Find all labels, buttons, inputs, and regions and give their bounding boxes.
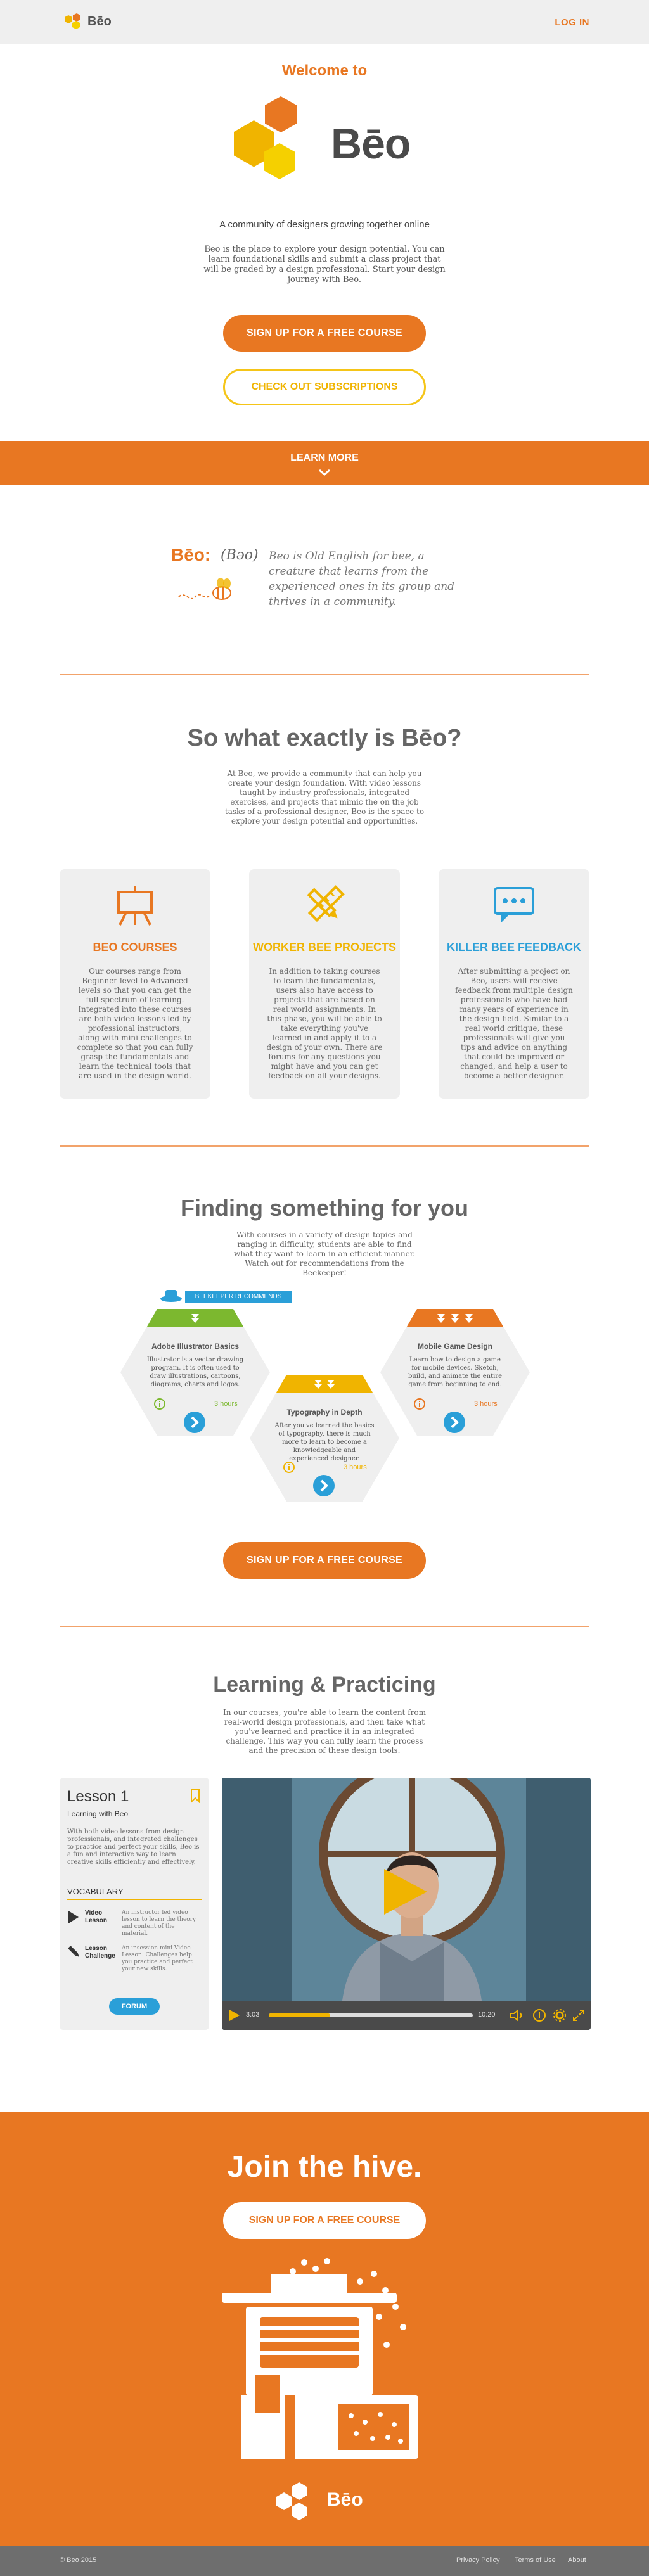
copyright: © Beo 2015 <box>60 2556 97 2564</box>
next-arrow-icon[interactable] <box>312 1474 336 1498</box>
learn-more-bar[interactable]: LEARN MORE <box>0 441 649 485</box>
card-title: KILLER BEE FEEDBACK <box>446 941 581 953</box>
chat-bubble-icon <box>494 887 534 922</box>
section-divider <box>60 1626 589 1627</box>
course-duration: 3 hours <box>474 1400 498 1408</box>
card-title: BEO COURSES <box>93 941 177 953</box>
what-heading: So what exactly is Bēo? <box>187 725 462 751</box>
lesson-desc: With both video lessons from design prof… <box>67 1828 200 1866</box>
definition-pronunciation: (Bəo) <box>221 547 259 563</box>
signup-free-course-button[interactable]: SIGN UP FOR A FREE COURSE <box>223 2202 426 2239</box>
fullscreen-icon[interactable] <box>572 2008 586 2022</box>
vocab-def: An instructor led video lesson to learn … <box>122 1910 196 1937</box>
learn-more-label[interactable]: LEARN MORE <box>0 452 649 464</box>
what-intro: At Beo, we provide a community that can … <box>224 769 425 826</box>
card-beo-courses: BEO COURSES Our courses range from Begin… <box>60 869 210 1099</box>
info-icon[interactable] <box>153 1398 166 1410</box>
video-player[interactable]: 3:03 10:20 <box>222 1778 591 2030</box>
vocab-term: Lesson Challenge <box>85 1945 115 1960</box>
login-link[interactable]: LOG IN <box>555 17 589 28</box>
play-icon <box>68 1911 79 1923</box>
beekeeper-hat-icon <box>160 1290 182 1302</box>
privacy-policy-link[interactable]: Privacy Policy <box>456 2556 499 2564</box>
learning-heading: Learning & Practicing <box>213 1673 436 1697</box>
course-title[interactable]: Adobe Illustrator Basics <box>119 1342 271 1351</box>
flying-bee-icon <box>178 578 231 600</box>
vocab-term: Video Lesson <box>85 1910 108 1924</box>
beekeeper-recommends-badge: BEEKEEPER RECOMMENDS <box>185 1291 292 1303</box>
card-body: After submitting a project on Beo, users… <box>455 967 573 1080</box>
footer: © Beo 2015 Privacy Policy Terms of Use A… <box>0 2546 649 2576</box>
beekeeper-illustration-icon <box>222 2258 418 2459</box>
progress-fill <box>269 2013 330 2017</box>
pencil-ruler-icon <box>307 885 345 922</box>
next-arrow-icon[interactable] <box>183 1410 207 1434</box>
card-body: Our courses range from Beginner level to… <box>77 967 193 1080</box>
beo-logo-text: Bēo <box>331 120 411 168</box>
progress-track[interactable] <box>269 2013 473 2017</box>
signup-free-course-button[interactable]: SIGN UP FOR A FREE COURSE <box>223 315 426 352</box>
top-nav-bar: Bēo LOG IN <box>0 0 649 44</box>
section-divider <box>60 674 589 675</box>
lesson-subtitle: Learning with Beo <box>67 1809 129 1818</box>
info-icon[interactable] <box>413 1398 426 1410</box>
vocab-divider <box>67 1899 202 1900</box>
about-link[interactable]: About <box>568 2556 586 2564</box>
welcome-heading: Welcome to <box>281 62 368 79</box>
beo-logo-white-icon <box>276 2482 307 2520</box>
bee-rank-icon <box>191 1314 199 1323</box>
signup-free-course-button[interactable]: SIGN UP FOR A FREE COURSE <box>223 1542 426 1579</box>
learning-intro: In our courses, you're able to learn the… <box>223 1708 426 1755</box>
play-icon[interactable] <box>228 2008 241 2022</box>
terms-of-use-link[interactable]: Terms of Use <box>515 2556 556 2564</box>
join-hive-section: Join the hive. SIGN UP FOR A FREE COURSE <box>0 2112 649 2546</box>
check-subscriptions-button[interactable]: CHECK OUT SUBSCRIPTIONS <box>223 369 426 405</box>
vocab-def: An insession mini Video Lesson. Challeng… <box>122 1945 193 1972</box>
hero-intro: Beo is the place to explore your design … <box>203 245 446 284</box>
volume-icon[interactable] <box>510 2008 525 2022</box>
info-icon[interactable] <box>283 1461 295 1474</box>
beo-logo-text: Bēo <box>327 2489 363 2510</box>
course-duration: 3 hours <box>344 1463 367 1471</box>
tagline: A community of designers growing togethe… <box>219 219 430 230</box>
brand-name[interactable]: Bēo <box>87 15 112 29</box>
card-title: WORKER BEE PROJECTS <box>252 941 397 953</box>
course-title[interactable]: Mobile Game Design <box>379 1342 531 1351</box>
card-worker-bee-projects: WORKER BEE PROJECTS In addition to takin… <box>249 869 400 1099</box>
course-typography-in-depth[interactable]: Typography in Depth After you've learned… <box>248 1372 401 1504</box>
section-divider <box>60 1145 589 1147</box>
bookmark-icon[interactable] <box>190 1788 200 1803</box>
definition-text: Beo is Old English for bee, a creature t… <box>269 550 455 608</box>
current-time: 3:03 <box>246 2011 260 2018</box>
play-button-icon[interactable] <box>379 1866 430 1917</box>
finding-intro: With courses in a variety of design topi… <box>234 1230 415 1277</box>
card-body: In addition to taking courses to learn t… <box>266 967 383 1080</box>
next-arrow-icon[interactable] <box>442 1410 466 1434</box>
definition-word: Bēo: <box>171 545 211 564</box>
course-mobile-game-design[interactable]: Mobile Game Design Learn how to design a… <box>379 1306 531 1438</box>
settings-gear-icon[interactable] <box>553 2008 567 2022</box>
total-time: 10:20 <box>478 2011 496 2018</box>
card-killer-bee-feedback: KILLER BEE FEEDBACK After submitting a p… <box>439 869 589 1099</box>
lesson-card: Lesson 1 Learning with Beo With both vid… <box>60 1778 209 2030</box>
pencil-icon <box>68 1946 79 1957</box>
forum-button[interactable]: FORUM <box>109 1998 160 2015</box>
finding-heading: Finding something for you <box>181 1195 468 1221</box>
course-desc: Illustrator is a vector drawing program.… <box>146 1356 244 1388</box>
bee-rank-icon <box>314 1380 335 1389</box>
chevron-down-icon[interactable] <box>318 469 331 476</box>
hive-heading: Join the hive. <box>227 2150 422 2184</box>
course-title[interactable]: Typography in Depth <box>248 1408 401 1417</box>
subtitles-icon[interactable] <box>532 2008 546 2022</box>
course-duration: 3 hours <box>214 1400 238 1408</box>
beo-logo-hexagons-icon <box>234 96 297 179</box>
lesson-title: Lesson 1 <box>67 1788 129 1805</box>
course-desc: Learn how to design a game for mobile de… <box>408 1356 502 1388</box>
course-desc: After you've learned the basics of typog… <box>274 1422 375 1462</box>
bee-rank-icon <box>437 1314 473 1323</box>
vocabulary-label: VOCABULARY <box>67 1887 124 1896</box>
easel-icon <box>117 886 153 926</box>
